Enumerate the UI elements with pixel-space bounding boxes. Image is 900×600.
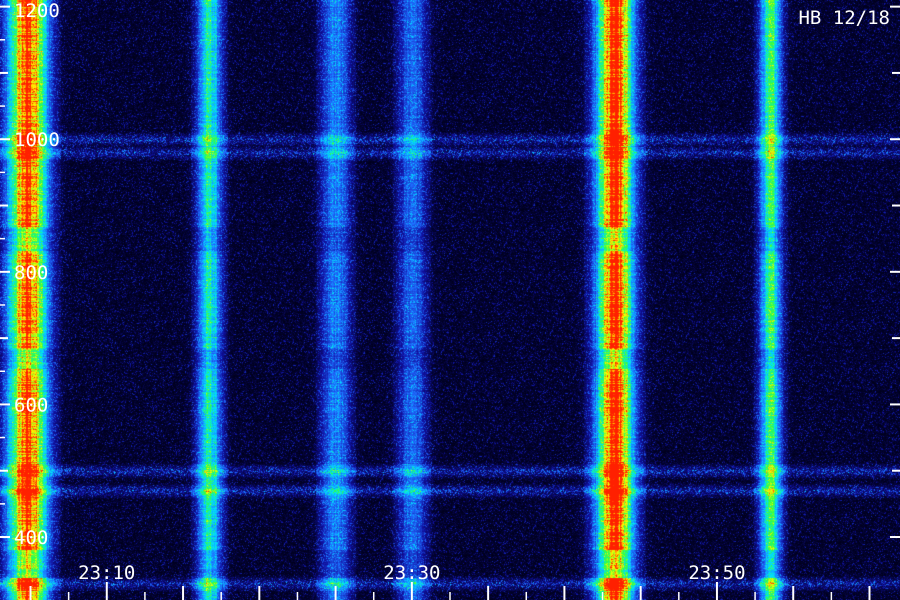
y-tick-label-600: 600 <box>14 394 48 416</box>
x-tick-label-2310: 23:10 <box>78 562 135 584</box>
axis-overlay: 400 600 800 1000 1200 23:10 23:30 23:50 HB 12/… <box>0 0 900 600</box>
y-axis-ticks <box>0 5 900 539</box>
y-axis-labels: 400 600 800 1000 1200 <box>14 0 60 549</box>
spectrogram-chart: 400 600 800 1000 1200 23:10 23:30 23:50 HB 12/… <box>0 0 900 600</box>
station-date-annotation: HB 12/18 <box>798 7 890 29</box>
y-tick-label-1200: 1200 <box>14 0 60 22</box>
x-tick-label-2330: 23:30 <box>383 562 440 584</box>
x-axis-labels: 23:10 23:30 23:50 <box>78 562 745 584</box>
y-tick-label-400: 400 <box>14 527 48 549</box>
y-tick-label-1000: 1000 <box>14 129 60 151</box>
y-tick-label-800: 800 <box>14 262 48 284</box>
x-tick-label-2350: 23:50 <box>688 562 745 584</box>
x-axis-ticks <box>29 582 871 600</box>
